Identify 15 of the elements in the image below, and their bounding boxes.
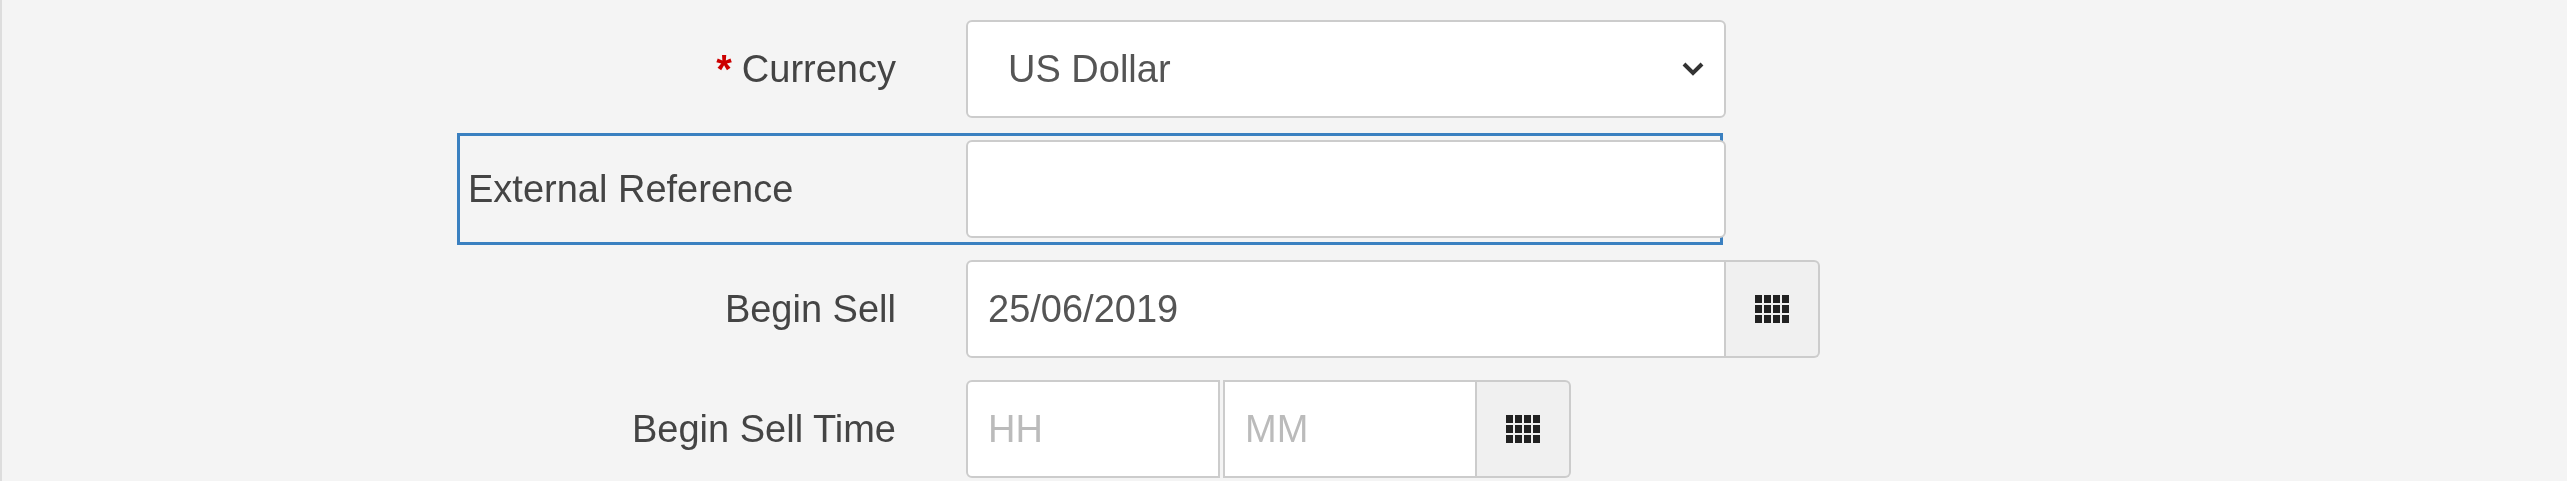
field-label: Begin Sell <box>724 287 896 331</box>
date-input-field[interactable]: 25/06/2019 <box>966 260 1726 358</box>
field-label: External Reference <box>468 167 794 211</box>
text-input-field[interactable] <box>966 140 1726 238</box>
minute-input-field[interactable]: MM <box>1223 380 1477 478</box>
calendar-icon <box>1506 415 1540 443</box>
field-label: Begin Sell Time <box>632 407 896 451</box>
calendar-button[interactable] <box>1726 260 1820 358</box>
calendar-icon <box>1755 295 1789 323</box>
currency-dropdown[interactable]: US Dollar <box>966 20 1726 118</box>
hour-input-field[interactable]: HH <box>966 380 1220 478</box>
required-asterisk: * <box>716 49 732 89</box>
chevron-down-icon <box>1682 62 1704 76</box>
field-label: Currency <box>741 47 896 91</box>
time-picker-button[interactable] <box>1477 380 1571 478</box>
